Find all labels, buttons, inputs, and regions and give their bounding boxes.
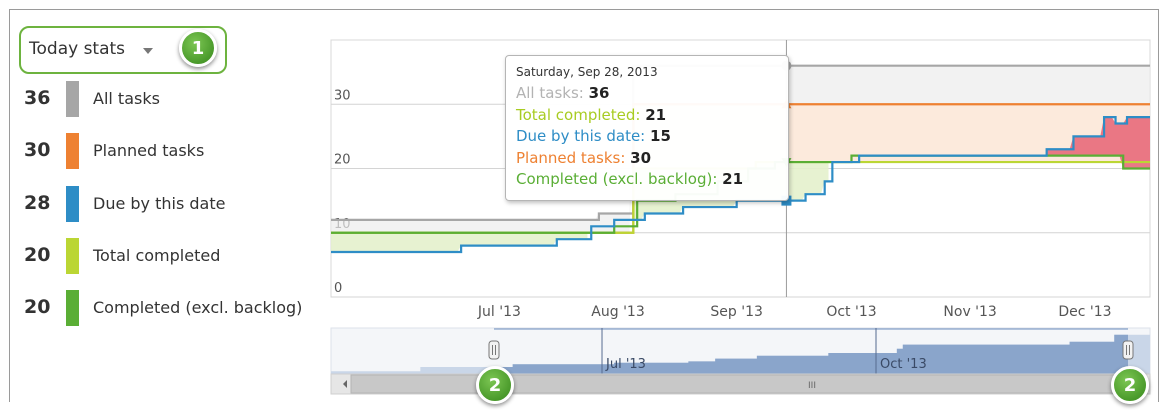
y-tick-label: 30: [334, 88, 351, 103]
tooltip-row-label: Total completed:: [516, 105, 641, 124]
callout-badge-2-left: 2: [476, 366, 514, 404]
x-tick-label: Jul '13: [477, 304, 521, 320]
callout-badge-2-right: 2: [1111, 366, 1149, 404]
x-tick-label: Sep '13: [710, 304, 763, 320]
tooltip-row: Planned tasks: 30: [516, 148, 778, 170]
navigator-label: Oct '13: [880, 357, 927, 372]
x-tick-label: Nov '13: [943, 304, 996, 320]
tooltip-row-value: 15: [650, 127, 671, 145]
tooltip-row: Total completed: 21: [516, 105, 778, 127]
navigator-handle-right[interactable]: [1122, 340, 1134, 360]
scrollbar-grip: III: [808, 381, 816, 391]
scrollbar-thumb[interactable]: [350, 374, 1131, 394]
tooltip-date: Saturday, Sep 28, 2013: [516, 65, 658, 79]
x-tick-label: Oct '13: [826, 304, 876, 320]
tooltip-row: Due by this date: 15: [516, 126, 778, 148]
tooltip-row: Completed (excl. backlog): 21: [516, 169, 778, 191]
navigator-handle-left[interactable]: [488, 340, 500, 360]
tooltip-row-label: Due by this date:: [516, 127, 646, 145]
tooltip-row-label: Planned tasks:: [516, 148, 626, 167]
tooltip-row-value: 21: [645, 105, 667, 124]
tooltip-row: All tasks: 36: [516, 83, 778, 105]
tooltip-row-label: All tasks:: [516, 84, 584, 102]
x-tick-label: Aug '13: [591, 304, 644, 320]
y-tick-label: 20: [334, 153, 351, 168]
tooltip-row-label: Completed (excl. backlog):: [516, 170, 718, 188]
tooltip-row-value: 36: [588, 84, 610, 102]
navigator-label: Jul '13: [605, 357, 646, 372]
y-tick-label: 0: [334, 281, 342, 296]
tooltip-row-value: 21: [722, 170, 744, 188]
chart-tooltip: Saturday, Sep 28, 2013 All tasks: 36 Tota…: [505, 55, 789, 201]
tooltip-row-value: 30: [630, 148, 652, 167]
x-tick-label: Dec '13: [1058, 304, 1111, 320]
